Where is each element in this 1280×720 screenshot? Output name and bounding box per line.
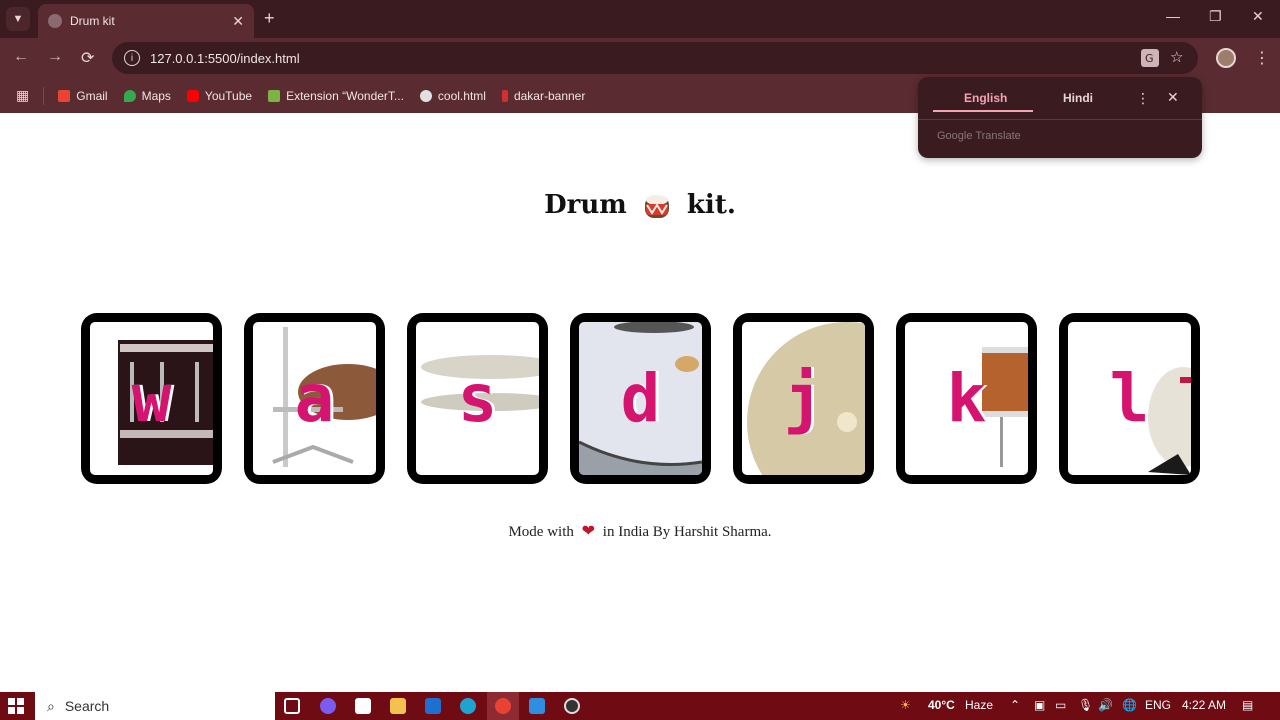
close-window-button[interactable]: ✕: [1252, 8, 1264, 25]
weather-icon[interactable]: ☀: [900, 698, 911, 712]
translate-brand: Google Translate: [937, 130, 1021, 142]
tab-active[interactable]: Drum kit ✕: [38, 4, 254, 38]
translate-tab-english[interactable]: English: [964, 91, 1007, 105]
translate-icon[interactable]: G: [1140, 48, 1160, 72]
edge-icon[interactable]: [460, 698, 476, 714]
close-icon[interactable]: ✕: [1167, 89, 1179, 106]
chevron-down-icon: ▼: [12, 13, 24, 25]
translate-popup: English Hindi ⋮ ✕ Google Translate: [918, 77, 1202, 158]
language-indicator[interactable]: ENG: [1145, 698, 1171, 712]
menu-kebab-icon[interactable]: ⋮: [1254, 48, 1270, 68]
more-options-icon[interactable]: ⋮: [1136, 90, 1150, 107]
bookmark-label: YouTube: [204, 88, 253, 103]
drum-pad-l[interactable]: l: [1059, 313, 1200, 484]
back-button[interactable]: ←: [13, 48, 29, 66]
bookmark-cool[interactable]: cool.html: [419, 88, 486, 103]
tab-search-button[interactable]: ▼: [6, 7, 30, 31]
pad-key-label: l: [1109, 360, 1150, 437]
drum-pad-d[interactable]: d: [570, 313, 711, 484]
pad-key-label: a: [294, 360, 335, 437]
weather-desc[interactable]: Haze: [965, 698, 993, 712]
site-info-icon[interactable]: i: [124, 50, 140, 66]
windows-taskbar: ⌕ Search ☀ 40°C Haze ⌃ ▣ ▭ 🎙 🔊 🌐 ENG 4:2…: [0, 692, 1280, 720]
translate-divider: [918, 119, 1202, 120]
notification-icon[interactable]: ▤: [1242, 698, 1253, 712]
footer-text-after: in India By Harshit Sharma.: [602, 524, 772, 540]
bookmark-label: Extension “WonderT...: [286, 88, 404, 103]
url-text: 127.0.0.1:5500/index.html: [150, 50, 300, 66]
drum-pad-j[interactable]: j: [733, 313, 874, 484]
tray-chevron-icon[interactable]: ⌃: [1010, 698, 1020, 712]
drum-pad-a[interactable]: a: [244, 313, 385, 484]
bookmark-maps[interactable]: Maps: [123, 88, 171, 103]
bookmark-icon: [501, 89, 508, 102]
pad-key-label: s: [457, 360, 498, 437]
gmail-icon: [58, 89, 71, 102]
bookmark-star-icon[interactable]: ☆: [1170, 48, 1183, 66]
drum-icon: [642, 191, 672, 221]
search-placeholder: Search: [64, 698, 110, 714]
bookmark-label: Maps: [141, 88, 171, 103]
outlook-icon[interactable]: [425, 698, 441, 714]
bookmarks-divider: [43, 86, 45, 105]
weather-temp[interactable]: 40°C: [928, 698, 955, 712]
pad-key-label: d: [620, 360, 661, 437]
taskbar-search[interactable]: ⌕ Search: [35, 692, 275, 720]
drum-pad-k[interactable]: k: [896, 313, 1037, 484]
network-globe-icon[interactable]: 🌐: [1122, 698, 1137, 712]
tray-app-icon[interactable]: ▣: [1034, 698, 1045, 712]
tab-strip: ▼ Drum kit ✕ + — ❐ ✕: [0, 0, 1280, 38]
store-icon[interactable]: [355, 698, 371, 714]
microphone-icon[interactable]: 🎙: [1078, 698, 1093, 712]
restore-button[interactable]: ❐: [1209, 8, 1222, 25]
bookmark-label: cool.html: [437, 88, 486, 103]
windows-start-icon[interactable]: [8, 698, 24, 714]
reload-button[interactable]: ⟳: [81, 48, 94, 68]
drum-pad-s[interactable]: s: [407, 313, 548, 484]
drum-pad-w[interactable]: w: [81, 313, 222, 484]
bookmark-label: Gmail: [76, 88, 108, 103]
clock[interactable]: 4:22 AM: [1182, 698, 1226, 712]
globe-icon: [419, 89, 432, 102]
title-word-drum: Drum: [544, 190, 627, 220]
address-bar[interactable]: i 127.0.0.1:5500/index.html G ☆: [112, 42, 1198, 74]
battery-icon[interactable]: ▭: [1055, 698, 1066, 712]
forward-button[interactable]: →: [47, 48, 63, 66]
bookmark-youtube[interactable]: YouTube: [186, 88, 253, 103]
pad-key-label: w: [131, 360, 172, 437]
search-icon: ⌕: [47, 697, 55, 714]
maps-icon: [123, 89, 136, 102]
profile-avatar[interactable]: [1216, 48, 1236, 68]
browser-toolbar: ← → ⟳ i 127.0.0.1:5500/index.html G ☆ ⋮: [0, 38, 1280, 78]
apps-grid-icon[interactable]: ▦: [16, 87, 29, 104]
bookmark-dakar[interactable]: dakar-banner: [501, 88, 586, 103]
copilot-icon[interactable]: [320, 698, 336, 714]
vscode-icon[interactable]: [529, 698, 545, 714]
tab-title: Drum kit: [70, 14, 115, 28]
bookmark-gmail[interactable]: Gmail: [58, 88, 108, 103]
new-tab-button[interactable]: +: [264, 8, 275, 29]
footer-text-before: Mode with: [508, 524, 574, 540]
file-explorer-icon[interactable]: [390, 698, 406, 714]
title-word-kit: kit.: [686, 190, 736, 220]
bookmark-extension[interactable]: Extension “WonderT...: [268, 89, 404, 103]
tab-close-icon[interactable]: ✕: [232, 13, 244, 30]
pad-key-label: k: [946, 360, 987, 437]
chrome-icon[interactable]: [495, 698, 511, 714]
translate-tab-hindi[interactable]: Hindi: [1063, 91, 1093, 105]
active-tab-underline: [933, 110, 1033, 112]
page-title: Drum kit.: [0, 190, 1280, 221]
volume-icon[interactable]: 🔊: [1098, 698, 1113, 712]
tab-favicon-icon: [48, 14, 62, 28]
heart-icon: ❤: [581, 523, 596, 540]
youtube-icon: [186, 89, 199, 102]
page-footer: Mode with ❤ in India By Harshit Sharma.: [0, 521, 1280, 541]
minimize-button[interactable]: —: [1166, 8, 1180, 24]
bookmark-label: dakar-banner: [513, 88, 586, 103]
obs-icon[interactable]: [564, 698, 580, 714]
pad-key-label: j: [783, 360, 824, 437]
task-view-icon[interactable]: [284, 698, 300, 714]
download-icon: [268, 89, 281, 102]
svg-text:G: G: [1145, 52, 1154, 65]
